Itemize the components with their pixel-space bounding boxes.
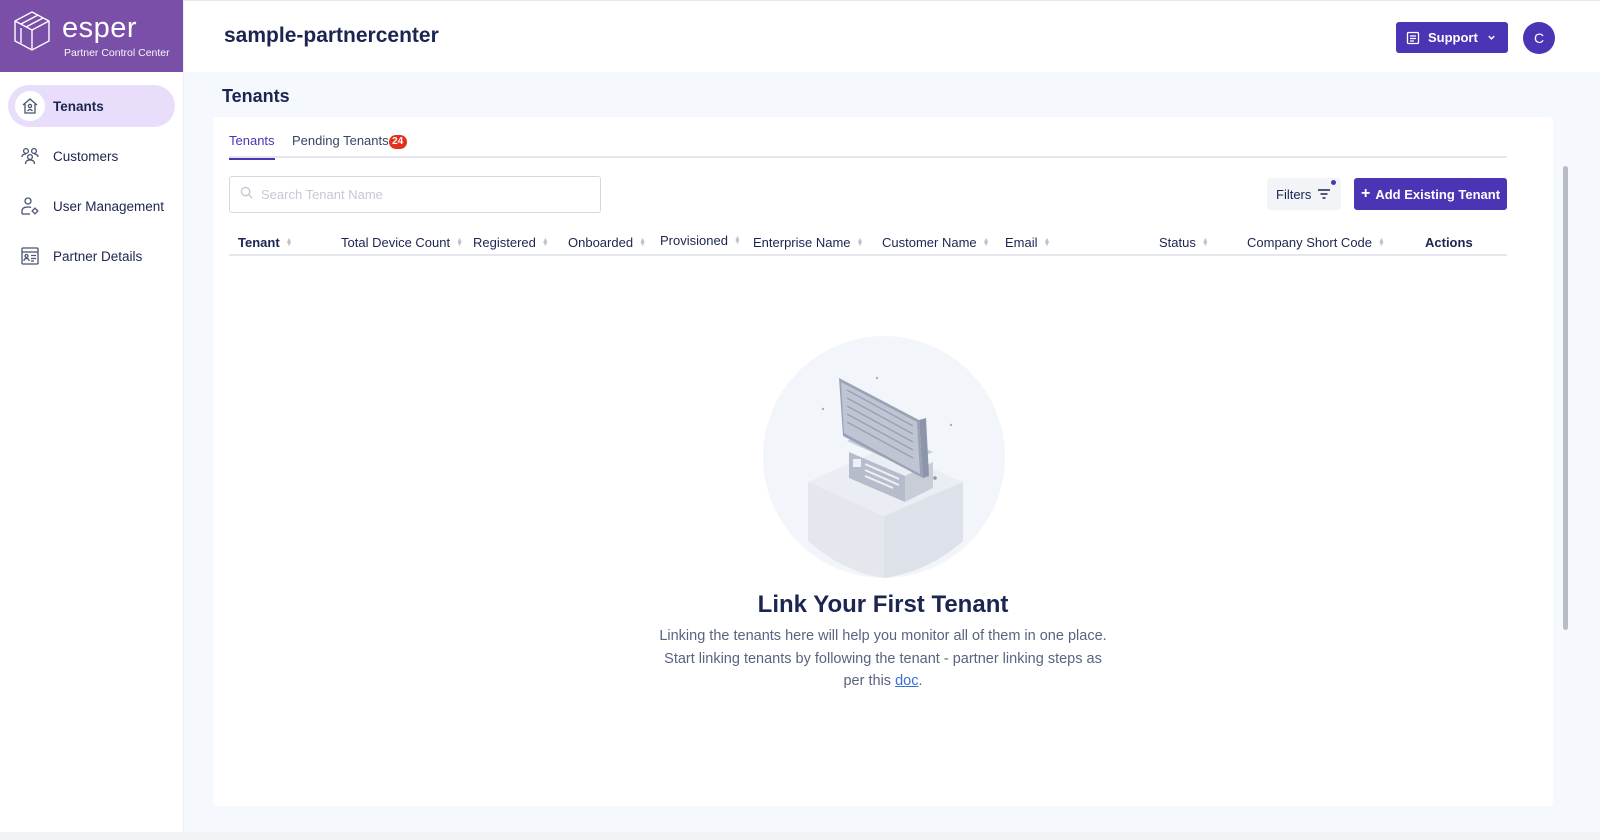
sidebar-item-label: Customers [53,148,119,164]
column-header-email[interactable]: Email ▲ ▼ [1005,235,1050,250]
column-header-provisioned[interactable]: Provisioned ▲ ▼ [660,233,741,248]
plus-icon: + [1360,185,1371,202]
brand-name: esper [62,12,138,44]
column-header-company-short-code[interactable]: Company Short Code ▲ ▼ [1247,235,1385,250]
home-icon [15,91,45,121]
sidebar-item-label: Partner Details [53,248,143,264]
id-card-icon [19,245,41,267]
column-header-tenant[interactable]: Tenant ▲ ▼ [238,235,293,250]
filters-button[interactable]: Filters [1267,178,1341,210]
tab-pending-tenants[interactable]: Pending Tenants 24 [292,133,407,158]
empty-state-line: per this doc. [843,673,923,689]
search-box [229,176,601,213]
search-icon [240,186,253,204]
tab-label: Pending Tenants [292,133,389,148]
sidebar-nav: Tenants Customers User Management Partne… [0,72,183,277]
sort-icon: ▲ ▼ [541,237,549,248]
document-icon [1406,31,1420,45]
add-label: Add Existing Tenant [1375,186,1501,202]
sidebar-item-label: Tenants [53,98,104,114]
sidebar-item-partner-details[interactable]: Partner Details [8,235,175,277]
support-label: Support [1428,30,1478,45]
sidebar-item-customers[interactable]: Customers [8,135,175,177]
sidebar-item-label: User Management [53,198,165,214]
empty-state-illustration [763,336,1005,578]
scrollbar-thumb[interactable] [1563,166,1568,630]
sort-icon: ▲ ▼ [285,237,293,248]
column-header-onboarded[interactable]: Onboarded ▲ ▼ [568,235,646,250]
sort-icon: ▲ ▼ [1378,237,1385,248]
column-header-customer-name[interactable]: Customer Name ▲ ▼ [882,235,990,250]
esper-logo-icon [14,11,50,51]
sort-icon: ▲ ▼ [456,237,464,248]
empty-state-description: Linking the tenants here will help you m… [633,625,1133,693]
column-header-actions: Actions [1425,235,1473,250]
support-button[interactable]: Support [1396,22,1508,53]
brand-header[interactable]: esper Partner Control Center [0,0,183,72]
sort-icon: ▲ ▼ [1201,237,1209,248]
filters-label: Filters [1276,186,1312,202]
tab-label: Tenants [229,133,275,148]
pending-count-badge: 24 [388,135,407,149]
sort-icon: ▲ ▼ [982,237,990,248]
sort-icon: ▲ ▼ [856,237,864,248]
column-header-status[interactable]: Status ▲ ▼ [1159,235,1209,250]
avatar[interactable]: C [1523,22,1555,54]
brand-subtitle: Partner Control Center [64,47,170,59]
top-bar: sample-partnercenter Support C [184,0,1600,72]
empty-state-line: Start linking tenants by following the t… [664,650,1102,667]
sidebar: esper Partner Control Center Tenants Cus… [0,0,184,840]
page-title: Tenants [222,86,290,106]
add-existing-tenant-button[interactable]: + Add Existing Tenant [1354,178,1507,210]
user-settings-icon [19,195,41,217]
sort-icon: ▲ ▼ [733,235,741,246]
tab-bar: Tenants Pending Tenants 24 [229,133,1507,160]
sort-icon: ▲ ▼ [1043,237,1051,248]
sidebar-item-tenants[interactable]: Tenants [8,85,175,127]
sort-icon: ▲ ▼ [639,237,646,248]
bottom-strip [0,832,1600,840]
filter-icon [1317,188,1331,200]
column-header-total-device-count[interactable]: Total Device Count ▲ ▼ [341,235,463,250]
org-name: sample-partnercenter [224,24,439,47]
table-header: Tenant ▲ ▼ Total Device Count ▲ ▼ Registered… [229,229,1507,256]
column-header-enterprise-name[interactable]: Enterprise Name ▲ ▼ [753,235,863,250]
search-input[interactable] [261,187,591,202]
empty-state-line: Linking the tenants here will help you m… [659,628,1107,644]
sidebar-item-user-management[interactable]: User Management [8,185,175,227]
tab-tenants[interactable]: Tenants [229,133,275,160]
doc-link[interactable]: doc [895,673,918,689]
users-icon [19,145,41,167]
empty-state-title: Link Your First Tenant [757,591,1009,618]
column-header-registered[interactable]: Registered ▲ ▼ [473,235,549,250]
filters-active-dot [1331,180,1336,185]
chevron-down-icon [1487,33,1496,42]
tenants-card: Tenants Pending Tenants24 Filters + Add … [213,117,1553,806]
